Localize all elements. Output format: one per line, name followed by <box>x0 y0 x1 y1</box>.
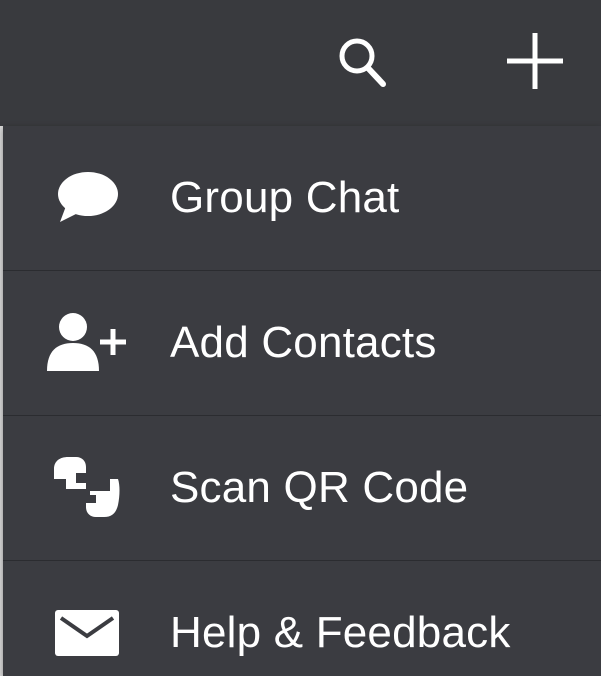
menu-item-scan-qr-code[interactable]: Scan QR Code <box>3 416 601 561</box>
search-button[interactable] <box>322 22 400 100</box>
add-person-icon <box>45 301 129 385</box>
menu-item-label: Scan QR Code <box>170 463 469 512</box>
menu-item-help-feedback[interactable]: Help & Feedback <box>3 561 601 676</box>
top-toolbar <box>0 0 601 126</box>
menu-item-label: Group Chat <box>170 173 400 222</box>
menu-item-add-contacts[interactable]: Add Contacts <box>3 271 601 416</box>
plus-icon <box>507 33 563 89</box>
menu-item-label: Add Contacts <box>170 318 437 367</box>
add-button[interactable] <box>496 22 574 100</box>
chat-bubble-icon <box>45 156 129 240</box>
scan-qr-icon <box>45 446 129 530</box>
screen: Group Chat Add Contacts Scan QR Code Hel… <box>0 0 601 676</box>
envelope-icon <box>45 591 129 675</box>
menu-item-label: Help & Feedback <box>170 608 511 657</box>
menu-item-group-chat[interactable]: Group Chat <box>3 126 601 271</box>
search-icon <box>339 38 386 87</box>
dropdown-menu: Group Chat Add Contacts Scan QR Code Hel… <box>3 126 601 676</box>
